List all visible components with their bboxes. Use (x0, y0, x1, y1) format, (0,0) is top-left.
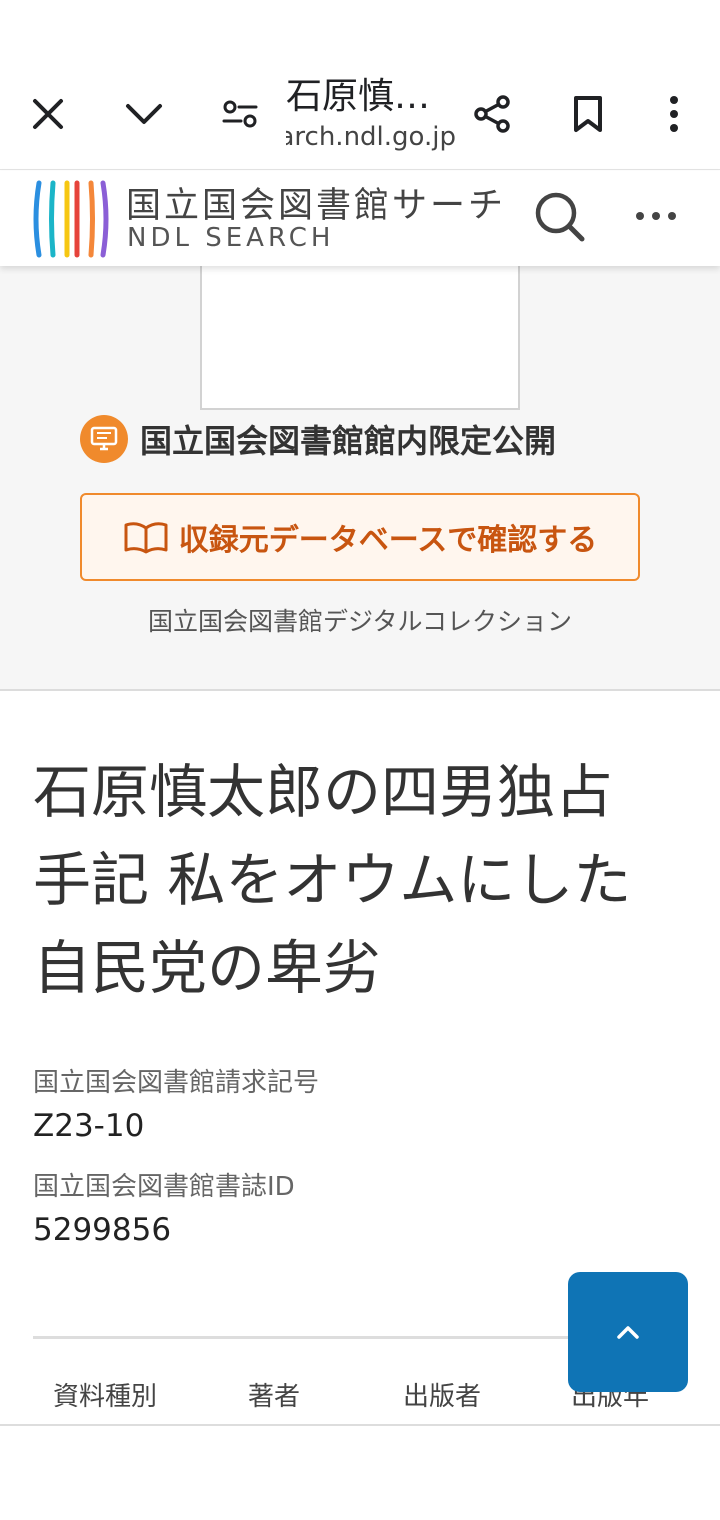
access-restriction: 国立国会図書館館内限定公開 (80, 414, 556, 464)
page-title: 石原慎… (286, 76, 431, 117)
site-header: 国立国会図書館サーチ NDL SEARCH (0, 171, 720, 266)
bookmark-button[interactable] (558, 84, 618, 144)
logo-stripe (49, 180, 56, 258)
title-line: 自民党の卑劣 (33, 934, 382, 1002)
back-to-top-button[interactable] (568, 1272, 688, 1392)
call-number-label: 国立国会図書館請求記号 (33, 1068, 320, 1098)
chevron-down-icon (126, 104, 162, 124)
restriction-label: 国立国会図書館館内限定公開 (140, 422, 557, 460)
browser-toolbar: 石原慎… search.ndl.go.jp (0, 60, 720, 170)
logo-title-jp[interactable]: 国立国会図書館サーチ (126, 177, 506, 228)
bib-id-value: 5299856 (33, 1212, 172, 1248)
more-horiz-icon (636, 212, 676, 220)
tab-publisher[interactable]: 出版者 (403, 1376, 481, 1413)
close-tab-button[interactable] (18, 84, 78, 144)
monitor-icon (80, 415, 128, 463)
tab-author[interactable]: 著者 (248, 1376, 300, 1413)
site-settings-button[interactable] (210, 84, 270, 144)
open-source-database-button[interactable]: 収録元データベースで確認する (80, 493, 640, 581)
ndl-logo-icon (33, 180, 109, 258)
logo-stripe (100, 180, 109, 258)
thumbnail-placeholder (200, 264, 520, 410)
collapse-button[interactable] (114, 84, 174, 144)
collection-name: 国立国会図書館デジタルコレクション (147, 607, 572, 636)
call-number-value: Z23-10 (33, 1108, 145, 1144)
bookmark-icon (574, 96, 602, 132)
close-icon (33, 99, 63, 129)
record-title: 石原慎太郎の四男独占 手記 私をオウムにした 自民党の卑劣 (33, 748, 693, 1012)
share-button[interactable] (462, 84, 522, 144)
address-bar[interactable]: 石原慎… search.ndl.go.jp (286, 74, 456, 154)
title-line: 石原慎太郎の四男独占 (33, 758, 614, 826)
url-host: search.ndl.go.jp (286, 122, 456, 152)
preview-section: 国立国会図書館館内限定公開 収録元データベースで確認する 国立国会図書館デジタル… (0, 264, 720, 691)
logo-stripe (33, 180, 42, 258)
db-button-label: 収録元データベースで確認する (178, 523, 598, 558)
browser-menu-button[interactable] (644, 84, 704, 144)
share-icon (474, 95, 510, 133)
tab-material-type[interactable]: 資料種別 (53, 1376, 157, 1413)
ndl-logo[interactable] (30, 177, 110, 265)
bib-id-label: 国立国会図書館書誌ID (33, 1172, 295, 1202)
open-book-icon (124, 522, 168, 554)
site-settings-icon (222, 100, 258, 128)
logo-stripe (88, 180, 95, 258)
title-line: 手記 私をオウムにした (33, 846, 632, 914)
search-icon (535, 192, 585, 242)
chevron-up-icon (617, 1326, 639, 1339)
site-menu-button[interactable] (630, 201, 682, 231)
more-vert-icon (670, 96, 678, 132)
logo-title-en[interactable]: NDL SEARCH (127, 223, 334, 253)
search-button[interactable] (532, 189, 588, 245)
